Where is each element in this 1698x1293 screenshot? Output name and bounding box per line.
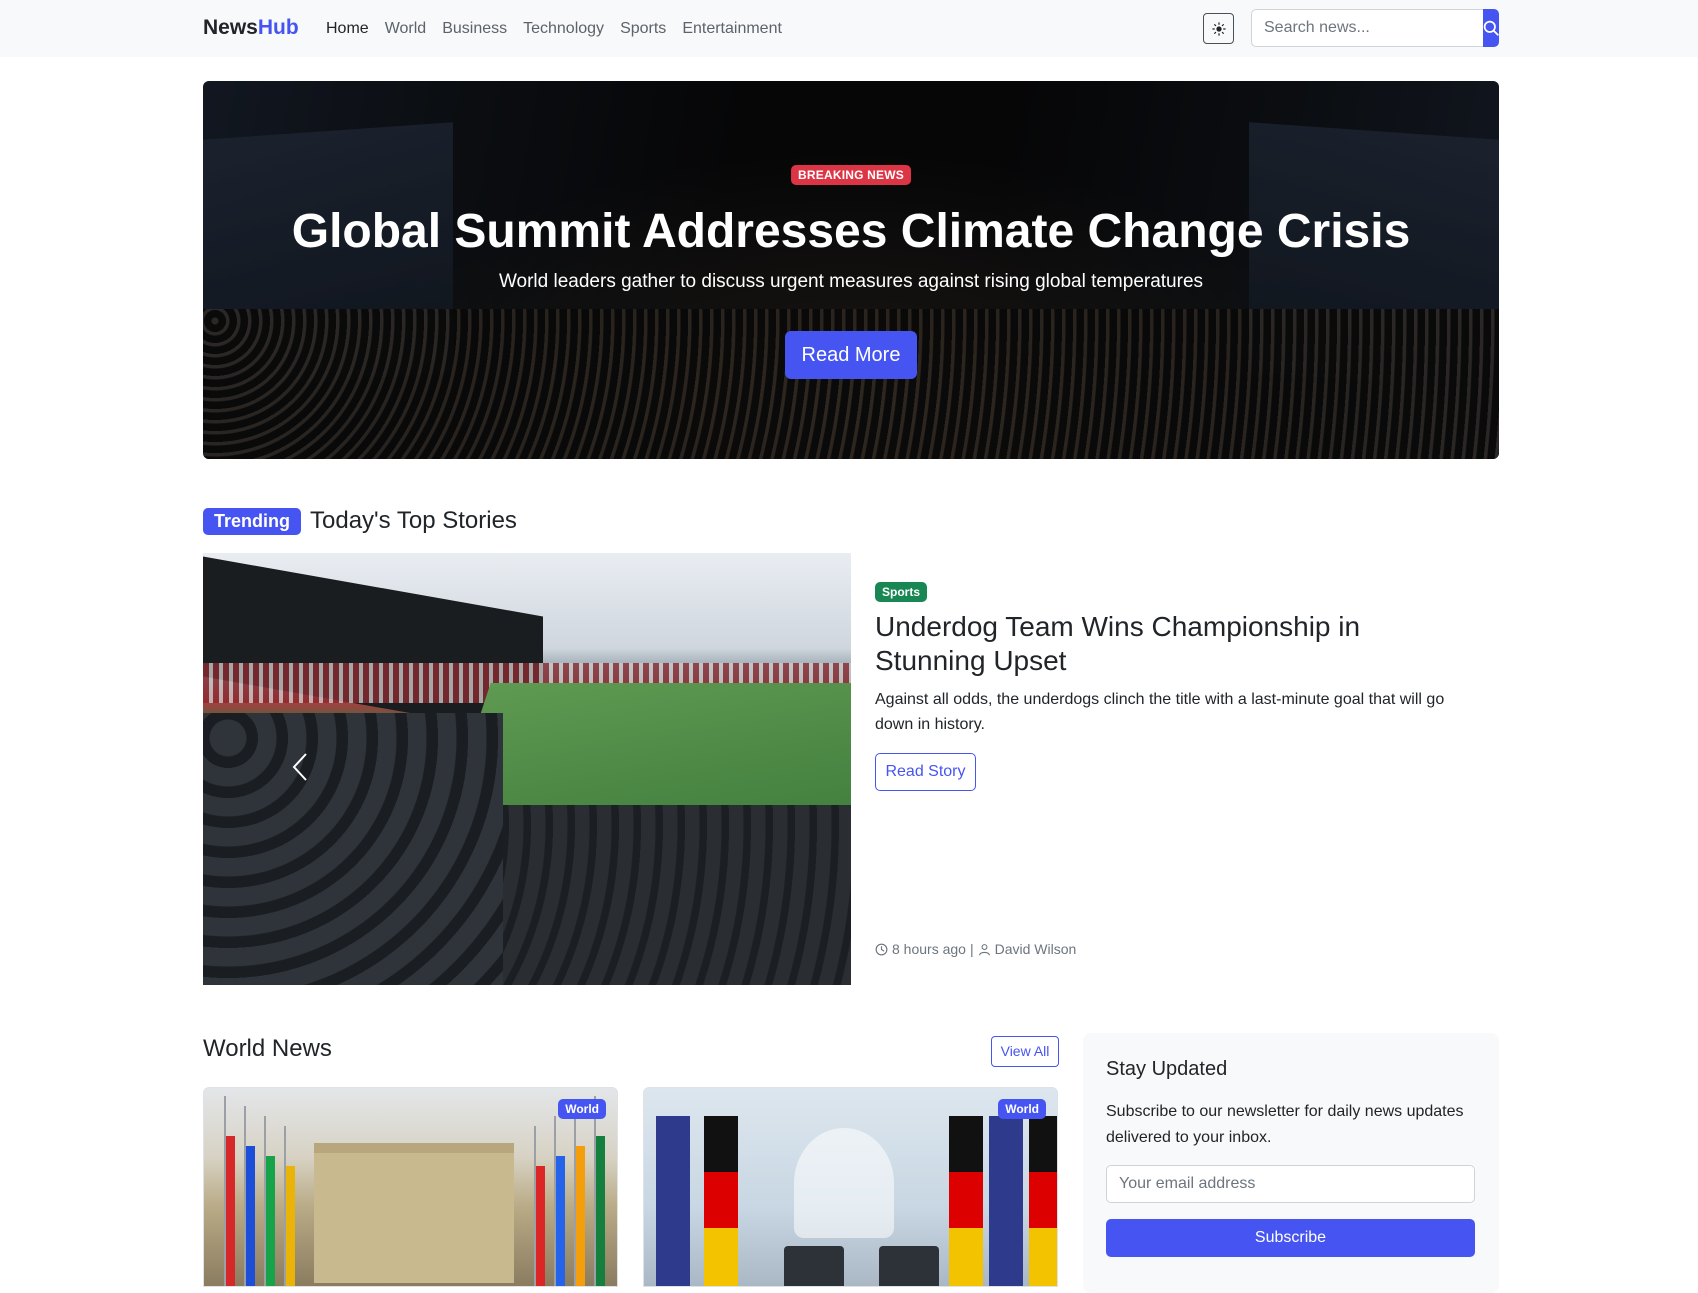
search-button[interactable] (1483, 9, 1499, 47)
podium (784, 1246, 844, 1286)
nav-link-home[interactable]: Home (318, 18, 377, 40)
trending-badge: Trending (203, 507, 301, 535)
story-title[interactable]: Underdog Team Wins Championship in Stunn… (875, 610, 1475, 678)
flag (266, 1156, 275, 1286)
search-form (1251, 9, 1499, 47)
card-category-badge: World (998, 1099, 1046, 1119)
flag-germany (949, 1116, 983, 1286)
search-input[interactable] (1251, 9, 1483, 47)
newsletter-panel: Stay Updated Subscribe to our newsletter… (1083, 1033, 1499, 1293)
nav-links: Home World Business Technology Sports En… (318, 18, 790, 40)
flag (246, 1146, 255, 1286)
search-icon (1483, 20, 1499, 36)
nav-link-world[interactable]: World (377, 18, 435, 40)
subscribe-button[interactable]: Subscribe (1106, 1219, 1475, 1257)
world-news-heading: World News (203, 1035, 332, 1062)
flag-germany (704, 1116, 738, 1286)
flag-eu (989, 1116, 1023, 1286)
podium (879, 1246, 939, 1286)
news-card[interactable]: World (203, 1087, 618, 1287)
news-card[interactable]: World (643, 1087, 1058, 1287)
flag-germany (1029, 1116, 1057, 1286)
story-description: Against all odds, the underdogs clinch t… (875, 691, 1445, 733)
brand-text-hub: Hub (257, 16, 299, 39)
hero-content: BREAKING NEWS Global Summit Addresses Cl… (203, 81, 1499, 459)
sun-icon (1211, 21, 1226, 36)
view-all-button[interactable]: View All (991, 1036, 1059, 1067)
hero-title: Global Summit Addresses Climate Change C… (291, 205, 1411, 258)
hero-banner: BREAKING NEWS Global Summit Addresses Cl… (203, 81, 1499, 459)
newsletter-text: Subscribe to our newsletter for daily ne… (1106, 1103, 1464, 1146)
card-category-badge: World (558, 1099, 606, 1119)
brand-logo[interactable]: NewsHub (203, 16, 299, 40)
stadium-fans-left (203, 713, 503, 985)
hero-subtitle: World leaders gather to discuss urgent m… (498, 271, 1204, 292)
email-field[interactable] (1106, 1165, 1475, 1203)
trending-header: Trending Today's Top Stories (203, 507, 517, 535)
nav-link-sports[interactable]: Sports (612, 18, 674, 40)
story-time: 8 hours ago (892, 941, 966, 957)
flag (536, 1166, 545, 1286)
brand-text-news: News (203, 16, 258, 39)
story-author: David Wilson (994, 941, 1077, 957)
flag (226, 1136, 235, 1286)
carousel-prev-button[interactable] (285, 752, 315, 782)
read-more-button[interactable]: Read More (785, 331, 917, 379)
story-meta: 8 hours ago | David Wilson (875, 941, 1076, 957)
meta-separator: | (969, 941, 974, 957)
user-icon (978, 943, 990, 955)
story-category-badge: Sports (875, 582, 928, 602)
flag (286, 1166, 295, 1286)
nav-link-entertainment[interactable]: Entertainment (674, 18, 790, 40)
read-story-button[interactable]: Read Story (875, 753, 976, 791)
newsletter-title: Stay Updated (1106, 1058, 1228, 1080)
flag (596, 1136, 605, 1286)
flag (556, 1156, 565, 1286)
clock-icon (875, 943, 888, 955)
theme-toggle-button[interactable] (1203, 13, 1234, 44)
chevron-left-icon (292, 753, 307, 781)
card-image-eagle (794, 1128, 894, 1238)
card-image-building (314, 1143, 514, 1283)
nav-link-technology[interactable]: Technology (515, 18, 612, 40)
navbar: NewsHub Home World Business Technology S… (0, 0, 1698, 57)
nav-link-business[interactable]: Business (434, 18, 515, 40)
flag (576, 1146, 585, 1286)
top-stories-heading: Today's Top Stories (310, 507, 517, 534)
breaking-news-badge: BREAKING NEWS (791, 165, 911, 185)
flag-eu (656, 1116, 690, 1286)
